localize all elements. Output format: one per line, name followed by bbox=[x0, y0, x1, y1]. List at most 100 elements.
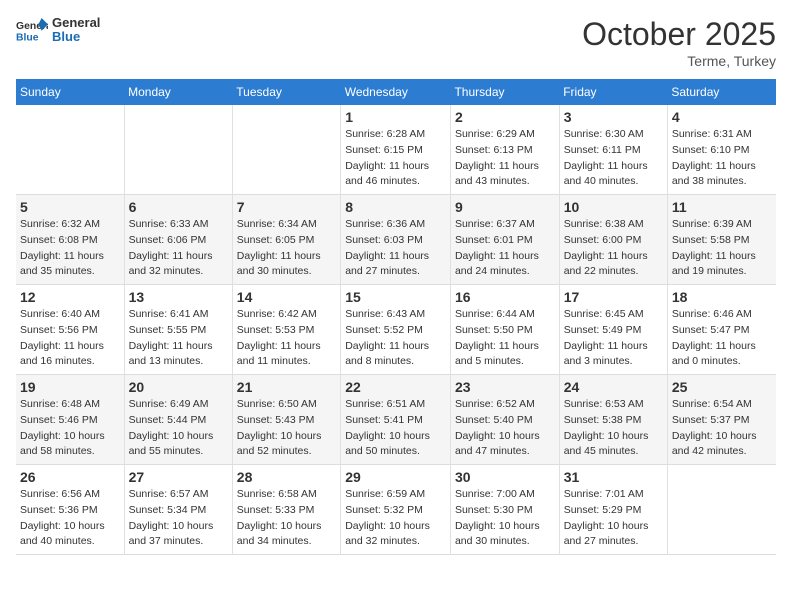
calendar-cell: 21 Sunrise: 6:50 AM Sunset: 5:43 PM Dayli… bbox=[232, 375, 340, 465]
page-header: General Blue General Blue October 2025 T… bbox=[16, 16, 776, 69]
day-number: 4 bbox=[672, 109, 772, 125]
day-number: 5 bbox=[20, 199, 120, 215]
calendar-cell bbox=[16, 105, 124, 195]
week-row-4: 19 Sunrise: 6:48 AM Sunset: 5:46 PM Dayli… bbox=[16, 375, 776, 465]
day-info: Sunrise: 6:46 AM Sunset: 5:47 PM Dayligh… bbox=[672, 307, 772, 370]
day-info: Sunrise: 6:32 AM Sunset: 6:08 PM Dayligh… bbox=[20, 217, 120, 280]
day-number: 24 bbox=[564, 379, 663, 395]
calendar-cell bbox=[232, 105, 340, 195]
calendar-cell: 16 Sunrise: 6:44 AM Sunset: 5:50 PM Dayli… bbox=[450, 285, 559, 375]
calendar-cell: 28 Sunrise: 6:58 AM Sunset: 5:33 PM Dayli… bbox=[232, 465, 340, 555]
day-number: 17 bbox=[564, 289, 663, 305]
day-info: Sunrise: 6:45 AM Sunset: 5:49 PM Dayligh… bbox=[564, 307, 663, 370]
calendar-cell: 13 Sunrise: 6:41 AM Sunset: 5:55 PM Dayli… bbox=[124, 285, 232, 375]
day-info: Sunrise: 6:43 AM Sunset: 5:52 PM Dayligh… bbox=[345, 307, 446, 370]
week-row-5: 26 Sunrise: 6:56 AM Sunset: 5:36 PM Dayli… bbox=[16, 465, 776, 555]
day-info: Sunrise: 6:54 AM Sunset: 5:37 PM Dayligh… bbox=[672, 397, 772, 460]
location: Terme, Turkey bbox=[582, 53, 776, 69]
day-number: 9 bbox=[455, 199, 555, 215]
day-info: Sunrise: 6:39 AM Sunset: 5:58 PM Dayligh… bbox=[672, 217, 772, 280]
day-number: 11 bbox=[672, 199, 772, 215]
calendar-cell bbox=[667, 465, 776, 555]
day-info: Sunrise: 6:58 AM Sunset: 5:33 PM Dayligh… bbox=[237, 487, 336, 550]
day-number: 28 bbox=[237, 469, 336, 485]
day-info: Sunrise: 6:36 AM Sunset: 6:03 PM Dayligh… bbox=[345, 217, 446, 280]
day-info: Sunrise: 6:30 AM Sunset: 6:11 PM Dayligh… bbox=[564, 127, 663, 190]
day-info: Sunrise: 6:52 AM Sunset: 5:40 PM Dayligh… bbox=[455, 397, 555, 460]
day-info: Sunrise: 6:37 AM Sunset: 6:01 PM Dayligh… bbox=[455, 217, 555, 280]
calendar-cell: 14 Sunrise: 6:42 AM Sunset: 5:53 PM Dayli… bbox=[232, 285, 340, 375]
calendar-table: SundayMondayTuesdayWednesdayThursdayFrid… bbox=[16, 79, 776, 555]
day-number: 10 bbox=[564, 199, 663, 215]
day-info: Sunrise: 6:50 AM Sunset: 5:43 PM Dayligh… bbox=[237, 397, 336, 460]
calendar-cell: 11 Sunrise: 6:39 AM Sunset: 5:58 PM Dayli… bbox=[667, 195, 776, 285]
day-number: 22 bbox=[345, 379, 446, 395]
logo-icon: General Blue bbox=[16, 16, 48, 44]
calendar-cell: 2 Sunrise: 6:29 AM Sunset: 6:13 PM Daylig… bbox=[450, 105, 559, 195]
weekday-header-thursday: Thursday bbox=[450, 79, 559, 105]
logo-general-text: General bbox=[52, 16, 100, 30]
day-number: 16 bbox=[455, 289, 555, 305]
week-row-1: 1Sunrise: 6:28 AM Sunset: 6:15 PM Daylig… bbox=[16, 105, 776, 195]
logo-blue-text: Blue bbox=[52, 30, 100, 44]
day-number: 2 bbox=[455, 109, 555, 125]
logo: General Blue General Blue bbox=[16, 16, 100, 45]
day-number: 13 bbox=[129, 289, 228, 305]
calendar-cell: 20Sunrise: 6:49 AM Sunset: 5:44 PM Dayli… bbox=[124, 375, 232, 465]
day-info: Sunrise: 6:48 AM Sunset: 5:46 PM Dayligh… bbox=[20, 397, 120, 460]
day-info: Sunrise: 6:41 AM Sunset: 5:55 PM Dayligh… bbox=[129, 307, 228, 370]
day-info: Sunrise: 6:31 AM Sunset: 6:10 PM Dayligh… bbox=[672, 127, 772, 190]
day-info: Sunrise: 6:29 AM Sunset: 6:13 PM Dayligh… bbox=[455, 127, 555, 190]
day-number: 21 bbox=[237, 379, 336, 395]
day-info: Sunrise: 6:38 AM Sunset: 6:00 PM Dayligh… bbox=[564, 217, 663, 280]
calendar-cell: 30Sunrise: 7:00 AM Sunset: 5:30 PM Dayli… bbox=[450, 465, 559, 555]
day-number: 26 bbox=[20, 469, 120, 485]
calendar-cell: 9 Sunrise: 6:37 AM Sunset: 6:01 PM Daylig… bbox=[450, 195, 559, 285]
calendar-cell: 23Sunrise: 6:52 AM Sunset: 5:40 PM Dayli… bbox=[450, 375, 559, 465]
calendar-cell: 22 Sunrise: 6:51 AM Sunset: 5:41 PM Dayli… bbox=[341, 375, 451, 465]
day-number: 29 bbox=[345, 469, 446, 485]
title-block: October 2025 Terme, Turkey bbox=[582, 16, 776, 69]
weekday-header-saturday: Saturday bbox=[667, 79, 776, 105]
day-number: 30 bbox=[455, 469, 555, 485]
day-number: 8 bbox=[345, 199, 446, 215]
calendar-cell: 1Sunrise: 6:28 AM Sunset: 6:15 PM Daylig… bbox=[341, 105, 451, 195]
day-number: 31 bbox=[564, 469, 663, 485]
day-info: Sunrise: 6:34 AM Sunset: 6:05 PM Dayligh… bbox=[237, 217, 336, 280]
day-number: 25 bbox=[672, 379, 772, 395]
day-number: 7 bbox=[237, 199, 336, 215]
day-number: 14 bbox=[237, 289, 336, 305]
calendar-cell: 4 Sunrise: 6:31 AM Sunset: 6:10 PM Daylig… bbox=[667, 105, 776, 195]
day-number: 27 bbox=[129, 469, 228, 485]
day-number: 18 bbox=[672, 289, 772, 305]
weekday-header-friday: Friday bbox=[559, 79, 667, 105]
calendar-cell: 19 Sunrise: 6:48 AM Sunset: 5:46 PM Dayli… bbox=[16, 375, 124, 465]
calendar-cell bbox=[124, 105, 232, 195]
week-row-2: 5 Sunrise: 6:32 AM Sunset: 6:08 PM Daylig… bbox=[16, 195, 776, 285]
calendar-cell: 18 Sunrise: 6:46 AM Sunset: 5:47 PM Dayli… bbox=[667, 285, 776, 375]
day-info: Sunrise: 6:59 AM Sunset: 5:32 PM Dayligh… bbox=[345, 487, 446, 550]
day-info: Sunrise: 6:42 AM Sunset: 5:53 PM Dayligh… bbox=[237, 307, 336, 370]
day-number: 6 bbox=[129, 199, 228, 215]
calendar-cell: 31 Sunrise: 7:01 AM Sunset: 5:29 PM Dayli… bbox=[559, 465, 667, 555]
calendar-cell: 5 Sunrise: 6:32 AM Sunset: 6:08 PM Daylig… bbox=[16, 195, 124, 285]
day-info: Sunrise: 6:44 AM Sunset: 5:50 PM Dayligh… bbox=[455, 307, 555, 370]
calendar-cell: 29 Sunrise: 6:59 AM Sunset: 5:32 PM Dayli… bbox=[341, 465, 451, 555]
weekday-header-sunday: Sunday bbox=[16, 79, 124, 105]
calendar-cell: 17 Sunrise: 6:45 AM Sunset: 5:49 PM Dayli… bbox=[559, 285, 667, 375]
day-number: 15 bbox=[345, 289, 446, 305]
calendar-cell: 8 Sunrise: 6:36 AM Sunset: 6:03 PM Daylig… bbox=[341, 195, 451, 285]
calendar-cell: 10 Sunrise: 6:38 AM Sunset: 6:00 PM Dayli… bbox=[559, 195, 667, 285]
weekday-header-monday: Monday bbox=[124, 79, 232, 105]
day-number: 19 bbox=[20, 379, 120, 395]
calendar-cell: 6Sunrise: 6:33 AM Sunset: 6:06 PM Daylig… bbox=[124, 195, 232, 285]
weekday-header-tuesday: Tuesday bbox=[232, 79, 340, 105]
calendar-cell: 3 Sunrise: 6:30 AM Sunset: 6:11 PM Daylig… bbox=[559, 105, 667, 195]
day-info: Sunrise: 6:56 AM Sunset: 5:36 PM Dayligh… bbox=[20, 487, 120, 550]
day-info: Sunrise: 6:57 AM Sunset: 5:34 PM Dayligh… bbox=[129, 487, 228, 550]
day-info: Sunrise: 6:49 AM Sunset: 5:44 PM Dayligh… bbox=[129, 397, 228, 460]
calendar-cell: 24Sunrise: 6:53 AM Sunset: 5:38 PM Dayli… bbox=[559, 375, 667, 465]
day-number: 3 bbox=[564, 109, 663, 125]
day-info: Sunrise: 7:01 AM Sunset: 5:29 PM Dayligh… bbox=[564, 487, 663, 550]
day-info: Sunrise: 6:51 AM Sunset: 5:41 PM Dayligh… bbox=[345, 397, 446, 460]
